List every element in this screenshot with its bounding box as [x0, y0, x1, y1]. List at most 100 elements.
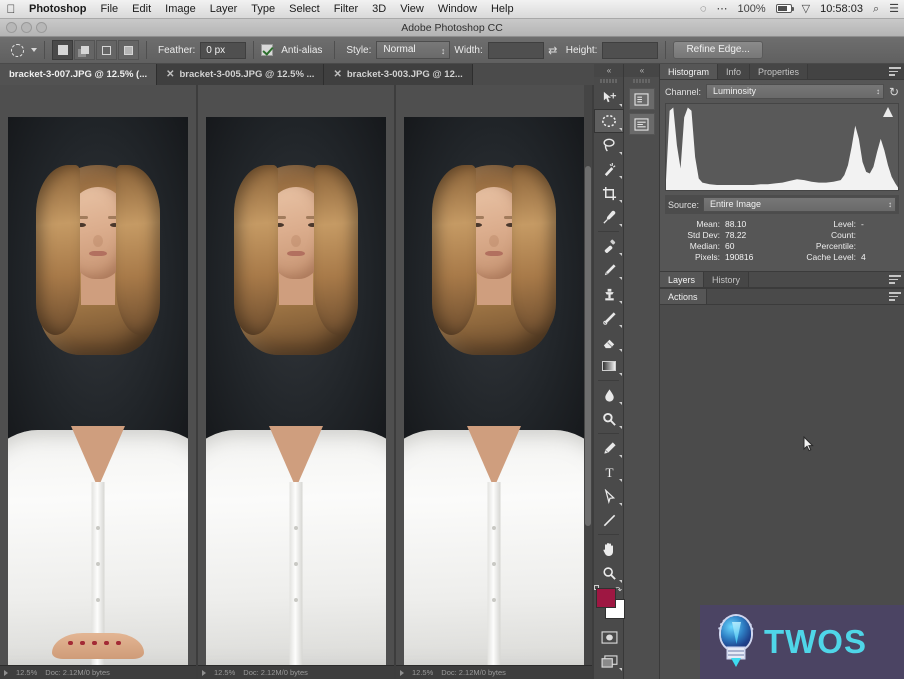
menu-item-filter[interactable]: Filter	[327, 0, 365, 19]
panel-menu-icon[interactable]	[889, 67, 901, 77]
panel-menu-icon[interactable]	[889, 275, 901, 285]
move-tool[interactable]	[594, 85, 624, 109]
menu-item-3d[interactable]: 3D	[365, 0, 393, 19]
refine-edge-button[interactable]: Refine Edge...	[673, 41, 763, 59]
intersect-with-selection-button[interactable]	[118, 40, 139, 60]
status-chevron-icon[interactable]	[4, 669, 8, 676]
paragraph-panel-icon[interactable]	[628, 113, 655, 135]
actions-panel-body[interactable]	[660, 305, 904, 650]
warning-triangle-icon[interactable]	[883, 107, 895, 117]
vertical-scrollbar[interactable]	[584, 85, 592, 665]
collapse-tools-panel-button[interactable]: «	[594, 64, 623, 77]
dock-grip[interactable]	[624, 77, 659, 85]
hand-tool[interactable]	[594, 537, 624, 561]
document-canvas-2[interactable]	[206, 85, 386, 665]
spotlight-search-icon[interactable]: ⌕	[868, 0, 884, 19]
spot-healing-brush-tool[interactable]	[594, 234, 624, 258]
menu-item-help[interactable]: Help	[484, 0, 521, 19]
notification-center-icon[interactable]: ☰	[884, 0, 904, 19]
menu-item-layer[interactable]: Layer	[203, 0, 245, 19]
brush-presets-panel-icon[interactable]	[628, 88, 655, 110]
tab-info[interactable]: Info	[718, 64, 751, 79]
tab-actions[interactable]: Actions	[660, 289, 707, 304]
close-icon[interactable]: ✕	[166, 69, 174, 80]
mouth	[485, 251, 503, 256]
bluetooth-icon[interactable]: ⋯	[712, 0, 733, 19]
tab-history[interactable]: History	[704, 272, 750, 287]
brush-tool[interactable]	[594, 258, 624, 282]
anti-alias-checkbox[interactable]	[261, 44, 274, 56]
width-input[interactable]	[487, 41, 544, 59]
tool-preset-chevron-down-icon[interactable]	[31, 48, 37, 52]
refresh-icon[interactable]: ↻	[889, 86, 899, 98]
document-canvas-3[interactable]	[404, 85, 584, 665]
document-tab-bracket-3-003[interactable]: ✕ bracket-3-003.JPG @ 12...	[324, 64, 473, 85]
minimize-button[interactable]	[21, 22, 32, 33]
eyedropper-tool[interactable]	[594, 205, 624, 229]
collapse-dock-panel-button[interactable]: «	[624, 64, 659, 77]
feather-input[interactable]: 0 px	[200, 41, 247, 59]
dodge-tool[interactable]	[594, 407, 624, 431]
panel-menu-icon[interactable]	[889, 292, 901, 302]
eraser-tool[interactable]	[594, 330, 624, 354]
type-tool[interactable]: T	[594, 460, 624, 484]
close-button[interactable]	[6, 22, 17, 33]
menu-item-view[interactable]: View	[393, 0, 431, 19]
tools-panel-grip[interactable]	[594, 77, 623, 85]
line-tool[interactable]	[594, 508, 624, 532]
clone-stamp-tool[interactable]	[594, 282, 624, 306]
height-input[interactable]	[602, 41, 659, 59]
magic-wand-tool[interactable]	[594, 157, 624, 181]
zoom-tool[interactable]	[594, 561, 624, 585]
subtract-from-selection-button[interactable]	[96, 40, 117, 60]
new-selection-button[interactable]	[52, 40, 73, 60]
history-brush-tool[interactable]	[594, 306, 624, 330]
apple-logo-icon[interactable]: 	[0, 3, 22, 15]
crop-tool[interactable]	[594, 181, 624, 205]
add-to-selection-button[interactable]	[74, 40, 95, 60]
elliptical-marquee-icon[interactable]	[6, 40, 28, 60]
source-select[interactable]: Entire Image	[703, 197, 896, 212]
status-chevron-icon[interactable]	[400, 669, 404, 676]
document-tab-bracket-3-007[interactable]: bracket-3-007.JPG @ 12.5% (...	[0, 64, 158, 85]
menu-item-window[interactable]: Window	[431, 0, 484, 19]
dropbox-icon[interactable]: ◌	[695, 0, 712, 19]
close-icon[interactable]: ✕	[333, 69, 341, 80]
menu-item-edit[interactable]: Edit	[125, 0, 158, 19]
clock[interactable]: 10:58:03	[815, 0, 868, 19]
battery-percent-label[interactable]: 100%	[733, 0, 771, 19]
menu-item-type[interactable]: Type	[244, 0, 282, 19]
zoom-button[interactable]	[36, 22, 47, 33]
tab-layers[interactable]: Layers	[660, 272, 705, 287]
foreground-color-swatch[interactable]	[596, 588, 616, 608]
status-chevron-icon[interactable]	[202, 669, 206, 676]
document-window-3[interactable]: 12.5% Doc: 2.12M/0 bytes	[396, 85, 594, 679]
style-select[interactable]: Normal	[376, 41, 451, 59]
document-window-1[interactable]: 12.5% Doc: 2.12M/0 bytes	[0, 85, 198, 679]
menu-item-photoshop[interactable]: Photoshop	[22, 0, 93, 19]
menu-item-image[interactable]: Image	[158, 0, 203, 19]
menu-item-file[interactable]: File	[93, 0, 125, 19]
menu-item-select[interactable]: Select	[282, 0, 327, 19]
document-window-2[interactable]: 12.5% Doc: 2.12M/0 bytes	[198, 85, 396, 679]
hair-front-left	[234, 165, 278, 335]
document-tab-bracket-3-005[interactable]: ✕ bracket-3-005.JPG @ 12.5% ...	[157, 64, 325, 85]
tab-histogram[interactable]: Histogram	[660, 64, 719, 79]
path-selection-tool[interactable]	[594, 484, 624, 508]
window-controls[interactable]	[6, 22, 47, 33]
blur-tool[interactable]	[594, 383, 624, 407]
swap-width-height-icon[interactable]: ⇄	[544, 44, 562, 57]
pen-tool[interactable]	[594, 436, 624, 460]
fingernail	[104, 641, 109, 645]
tab-properties[interactable]: Properties	[750, 64, 809, 79]
document-canvas-1[interactable]	[8, 85, 188, 665]
elliptical-marquee-tool[interactable]	[594, 109, 624, 133]
screen-mode-icon[interactable]	[594, 649, 624, 673]
gradient-tool[interactable]	[594, 354, 624, 378]
battery-icon[interactable]	[771, 0, 797, 19]
quick-mask-icon[interactable]	[594, 625, 624, 649]
histogram-graph[interactable]	[665, 103, 899, 191]
wifi-icon[interactable]: ▽	[797, 0, 815, 19]
lasso-tool[interactable]	[594, 133, 624, 157]
channel-select[interactable]: Luminosity	[706, 84, 884, 99]
